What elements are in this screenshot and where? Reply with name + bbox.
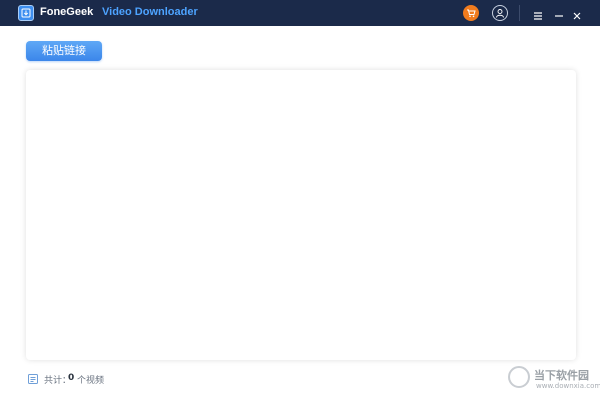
app-name-product: Video Downloader xyxy=(102,6,198,18)
watermark-logo-icon xyxy=(508,366,530,388)
watermark-text: 当下软件园 xyxy=(534,369,589,382)
app-logo-icon xyxy=(18,5,34,21)
paste-link-button[interactable]: 粘贴链接 xyxy=(26,41,102,61)
app-name-brand: FoneGeek xyxy=(40,6,94,18)
close-icon xyxy=(573,12,581,20)
user-account-button[interactable] xyxy=(492,5,508,21)
user-icon xyxy=(496,9,504,18)
titlebar-divider xyxy=(519,5,520,21)
cart-button[interactable] xyxy=(463,5,479,21)
watermark-url: www.downxia.com xyxy=(536,382,600,390)
minimize-icon xyxy=(555,15,563,17)
menu-button[interactable] xyxy=(532,7,544,20)
minimize-button[interactable] xyxy=(553,7,565,19)
close-button[interactable] xyxy=(571,7,583,20)
cart-icon xyxy=(467,9,476,18)
video-count-unit: 个视频 xyxy=(77,376,105,386)
download-list-panel xyxy=(26,70,576,360)
video-list-icon xyxy=(28,374,38,384)
video-count: 0 xyxy=(68,373,75,383)
title-bar: FoneGeek Video Downloader xyxy=(0,0,600,26)
menu-icon xyxy=(534,12,542,20)
total-label: 共计： xyxy=(44,376,72,386)
